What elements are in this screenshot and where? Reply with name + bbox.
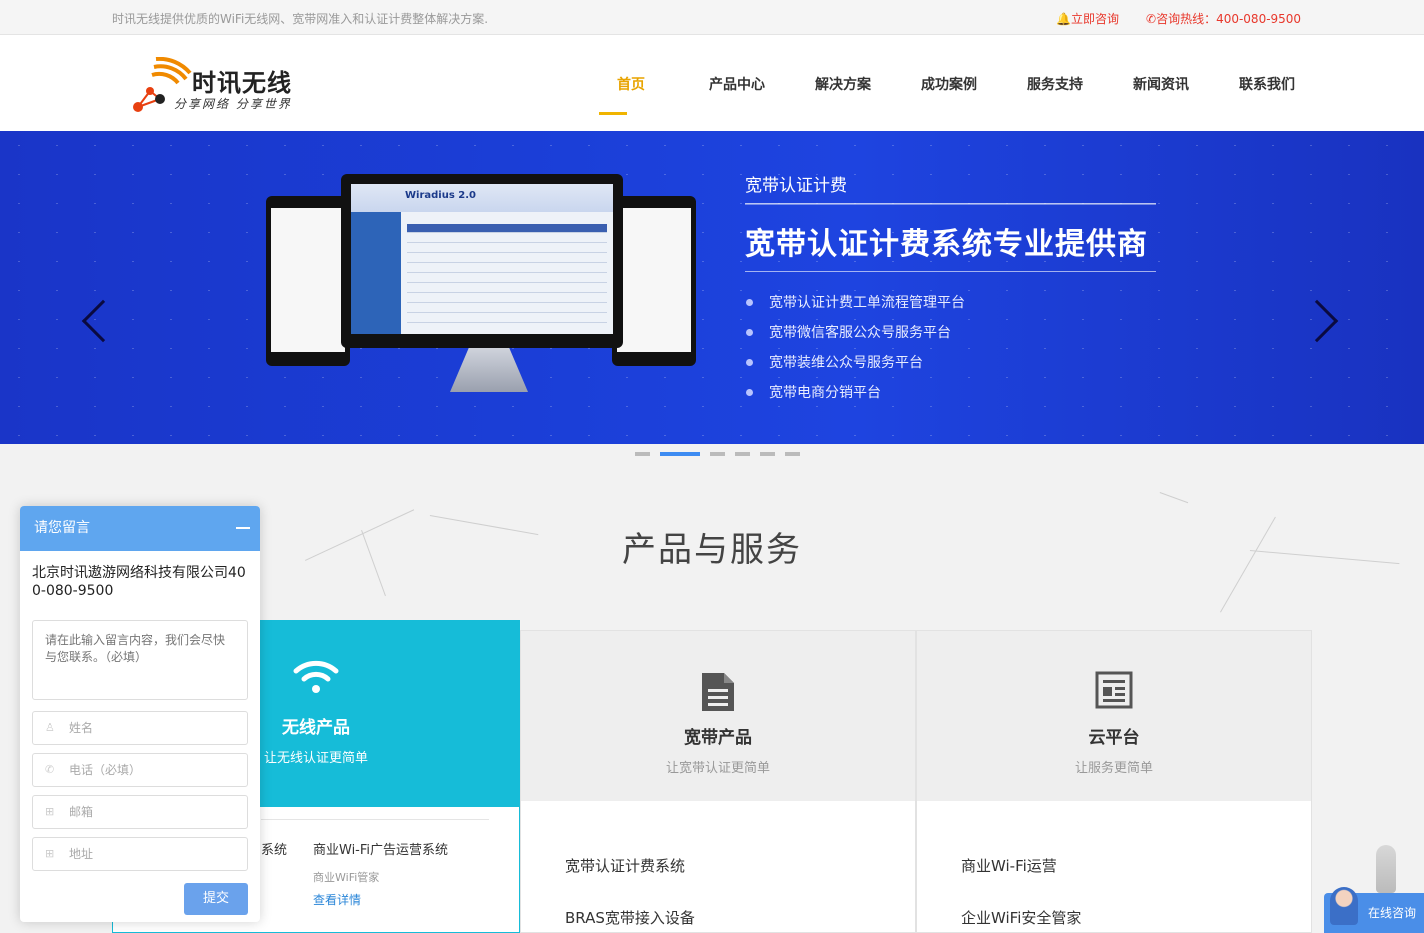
card-cloud-title: 云平台	[1088, 728, 1140, 748]
card-broadband[interactable]: 宽带产品 让宽带认证更简单 宽带认证计费系统 BRAS宽带接入设备	[520, 630, 916, 933]
message-header: 请您留言	[20, 506, 260, 551]
logo-tagline: 分享网络 分享世界	[174, 97, 292, 111]
card-broadband-subtitle: 让宽带认证更简单	[665, 761, 770, 776]
card-broadband-title: 宽带产品	[684, 728, 752, 748]
address-input[interactable]: ⊞ 地址	[32, 837, 248, 871]
wireless-item[interactable]: 商业Wi-Fi广告运营系统	[313, 839, 448, 858]
banner-points: 宽带认证计费工单流程管理平台 宽带微信客服公众号服务平台 宽带装维公众号服务平台…	[745, 293, 965, 413]
banner-point: 宽带微信客服公众号服务平台	[745, 323, 965, 353]
header: 时讯无线 分享网络 分享世界 首页 产品中心 解决方案 成功案例 服务支持 新闻…	[0, 35, 1424, 131]
broadband-item[interactable]: 宽带认证计费系统	[565, 855, 695, 907]
wifi-icon	[293, 660, 339, 693]
nav-products[interactable]: 产品中心	[684, 35, 790, 131]
message-panel: 请您留言 北京时讯遨游网络科技有限公司400-080-9500 ♙姓名 ✆电话（…	[20, 506, 260, 922]
nav-contact[interactable]: 联系我们	[1214, 35, 1320, 131]
cloud-item[interactable]: 企业WiFi安全管家	[961, 907, 1081, 933]
message-content-input[interactable]	[32, 620, 248, 700]
logo-brand: 时讯无线	[192, 69, 292, 97]
slide-dot[interactable]	[635, 452, 650, 456]
top-slogan: 时讯无线提供优质的WiFi无线网、宽带网准入和认证计费整体解决方案.	[112, 12, 489, 26]
card-cloud-subtitle: 让服务更简单	[1074, 761, 1153, 776]
logo[interactable]: 时讯无线 分享网络 分享世界	[130, 57, 300, 117]
user-icon: ♙	[45, 721, 55, 734]
slide-dot[interactable]	[785, 452, 800, 456]
hotline-text: ✆咨询热线：400-080-9500	[1146, 12, 1302, 26]
message-company: 北京时讯遨游网络科技有限公司400-080-9500	[32, 565, 246, 599]
consult-link[interactable]: 🔔立即咨询	[1056, 10, 1119, 27]
product-cards: 无线产品 让无线认证更简单 系统 商业Wi-Fi广告运营系统 商业WiFi管家 …	[112, 620, 1312, 933]
submit-button[interactable]: 提交	[184, 883, 248, 915]
phone-input[interactable]: ✆ 电话（必填）	[32, 753, 248, 787]
slide-dot[interactable]	[735, 452, 750, 456]
back-to-top-rocket-icon[interactable]	[1376, 845, 1396, 893]
screen-title: Wiradius 2.0	[405, 190, 476, 201]
agent-avatar	[1330, 887, 1358, 925]
banner-subtitle: 宽带认证计费	[745, 176, 847, 196]
top-bar: 时讯无线提供优质的WiFi无线网、宽带网准入和认证计费整体解决方案. 🔔立即咨询…	[0, 0, 1424, 35]
wireless-item-cut[interactable]: 系统	[261, 839, 287, 858]
hero-banner: Wiradius 2.0 宽带认证计费 宽带认证计费系统专业提供商 宽带认证计费…	[0, 131, 1424, 444]
minimize-icon[interactable]	[236, 527, 250, 529]
phone-icon: ✆	[1146, 12, 1157, 26]
grid-icon: ⊞	[45, 805, 55, 818]
email-input[interactable]: ⊞ 邮箱	[32, 795, 248, 829]
cloud-items: 商业Wi-Fi运营 企业WiFi安全管家	[961, 855, 1081, 933]
card-divider	[261, 819, 489, 820]
banner-title: 宽带认证计费系统专业提供商	[745, 227, 1148, 262]
slide-dot-active[interactable]	[660, 452, 700, 456]
bell-icon: 🔔	[1056, 12, 1071, 26]
wireless-details-link[interactable]: 查看详情	[313, 891, 361, 908]
banner-divider-bottom	[745, 271, 1156, 273]
banner-point: 宽带电商分销平台	[745, 383, 965, 413]
nav-solutions[interactable]: 解决方案	[790, 35, 896, 131]
newspaper-icon	[1095, 671, 1133, 709]
phone-icon: ✆	[45, 763, 55, 776]
nav-news[interactable]: 新闻资讯	[1108, 35, 1214, 131]
cloud-item[interactable]: 商业Wi-Fi运营	[961, 855, 1081, 907]
nav-support[interactable]: 服务支持	[1002, 35, 1108, 131]
broadband-items: 宽带认证计费系统 BRAS宽带接入设备	[565, 855, 695, 933]
banner-background	[0, 131, 1424, 444]
wireless-item-sub: 商业WiFi管家	[313, 871, 380, 884]
slide-indicators	[635, 452, 800, 456]
nav-home[interactable]: 首页	[578, 35, 684, 131]
slide-dot[interactable]	[760, 452, 775, 456]
online-consult-button[interactable]: 在线咨询	[1324, 887, 1424, 933]
right-phone-image	[612, 196, 696, 366]
main-nav: 首页 产品中心 解决方案 成功案例 服务支持 新闻资讯 联系我们	[578, 35, 1320, 131]
monitor-image: Wiradius 2.0	[341, 174, 623, 348]
banner-point: 宽带装维公众号服务平台	[745, 353, 965, 383]
name-input[interactable]: ♙ 姓名	[32, 711, 248, 745]
card-cloud[interactable]: 云平台 让服务更简单 商业Wi-Fi运营 企业WiFi安全管家	[916, 630, 1312, 933]
grid-icon: ⊞	[45, 847, 55, 860]
slide-dot[interactable]	[710, 452, 725, 456]
nav-cases[interactable]: 成功案例	[896, 35, 1002, 131]
broadband-item[interactable]: BRAS宽带接入设备	[565, 907, 695, 933]
document-icon	[702, 673, 734, 711]
banner-point: 宽带认证计费工单流程管理平台	[745, 293, 965, 323]
banner-divider-top	[745, 203, 1156, 205]
left-phone-image	[266, 196, 350, 366]
